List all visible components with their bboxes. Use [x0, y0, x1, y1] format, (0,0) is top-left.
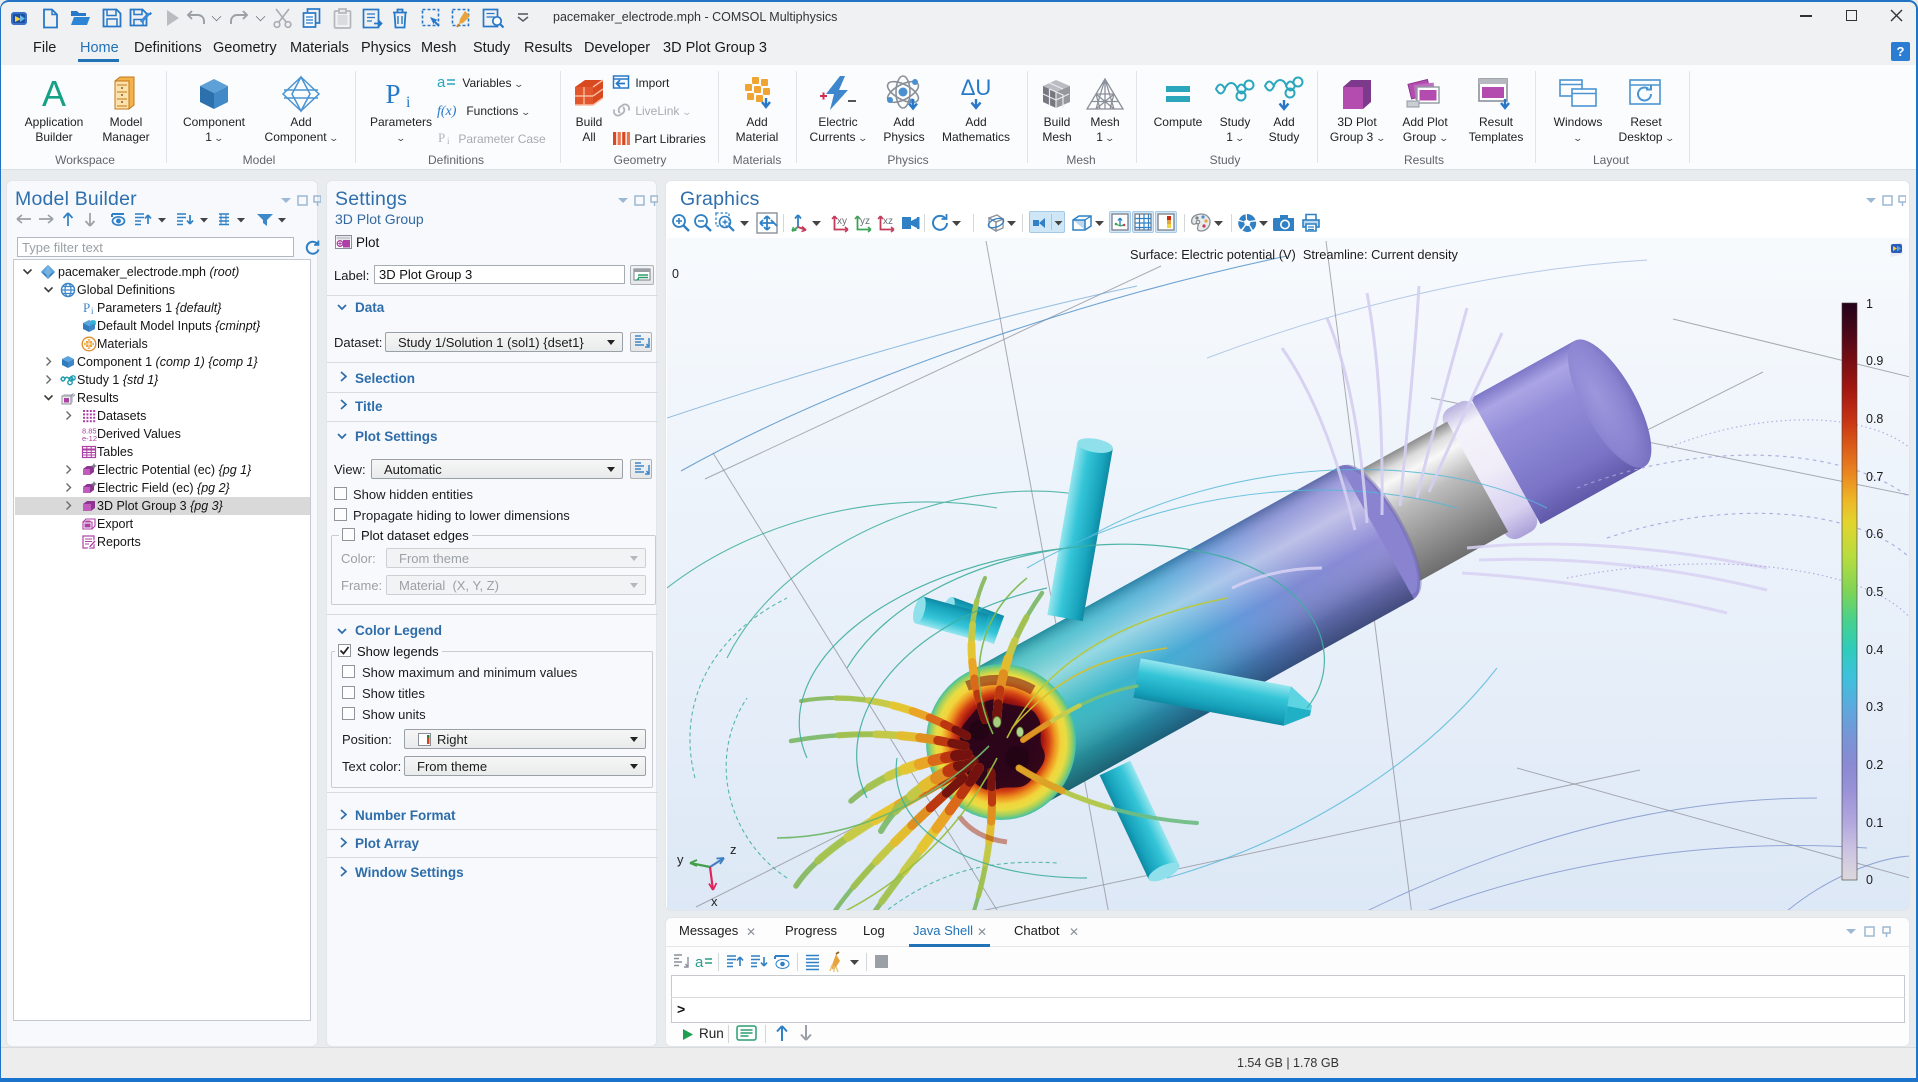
svg-text:yz: yz [860, 216, 870, 227]
svg-text:0.9: 0.9 [1866, 354, 1883, 368]
svg-text:a: a [695, 954, 704, 971]
svg-text:a: a [437, 74, 446, 90]
svg-text:P: P [438, 130, 445, 145]
svg-text:i: i [447, 136, 450, 146]
svg-text:0.5: 0.5 [1866, 585, 1883, 599]
svg-text:0: 0 [1866, 873, 1873, 887]
svg-text:x: x [711, 894, 718, 909]
svg-text:f(x): f(x) [437, 104, 457, 118]
svg-text:e-12: e-12 [82, 434, 97, 442]
svg-text:0.2: 0.2 [1866, 758, 1883, 772]
svg-text:0.1: 0.1 [1866, 816, 1883, 830]
svg-text:z: z [730, 842, 737, 857]
svg-text:P: P [83, 300, 90, 315]
svg-text:0.3: 0.3 [1866, 700, 1883, 714]
svg-text:Surface: Electric potential (V: Surface: Electric potential (V) Streamli… [1130, 247, 1458, 262]
svg-text:0: 0 [672, 267, 679, 281]
svg-text:xy: xy [837, 216, 847, 227]
svg-text:0.6: 0.6 [1866, 527, 1883, 541]
svg-text:y: y [677, 852, 684, 867]
svg-text:i: i [406, 94, 411, 111]
svg-text:0.8: 0.8 [1866, 412, 1883, 426]
svg-text:0.7: 0.7 [1866, 470, 1883, 484]
svg-text:1: 1 [1866, 297, 1873, 311]
svg-text:xz: xz [883, 216, 893, 227]
svg-text:i: i [91, 306, 94, 316]
svg-text:A: A [42, 74, 66, 114]
svg-text:0.4: 0.4 [1866, 643, 1883, 657]
svg-text:P: P [385, 79, 400, 109]
svg-text:ΔU: ΔU [961, 75, 992, 100]
